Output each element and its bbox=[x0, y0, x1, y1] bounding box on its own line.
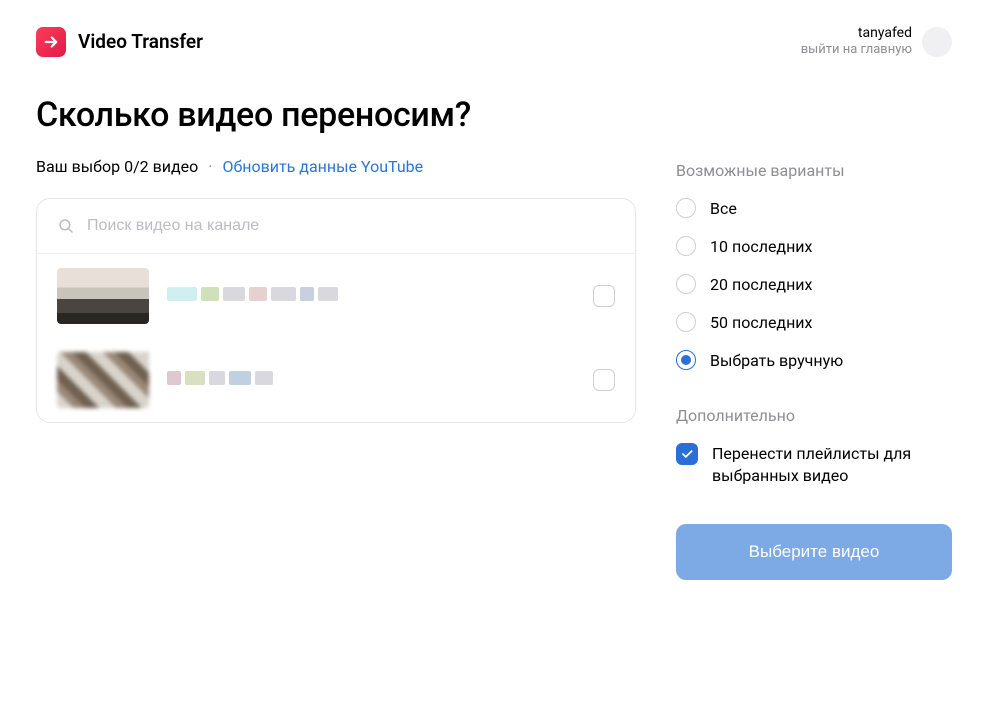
select-videos-button[interactable]: Выберите видео bbox=[676, 524, 952, 580]
video-title-placeholder bbox=[167, 371, 575, 389]
checkbox-label: Перенести плейлисты для выбранных видео bbox=[712, 443, 952, 488]
username: tanyafed bbox=[801, 24, 912, 42]
checkbox-playlists[interactable]: Перенести плейлисты для выбранных видео bbox=[676, 443, 952, 488]
separator: · bbox=[208, 157, 212, 176]
radio-option-manual[interactable]: Выбрать вручную bbox=[676, 350, 952, 370]
video-panel bbox=[36, 198, 636, 423]
refresh-youtube-link[interactable]: Обновить данные YouTube bbox=[222, 157, 423, 176]
search-icon bbox=[57, 217, 75, 235]
user-area[interactable]: tanyafed выйти на главную bbox=[801, 24, 952, 59]
video-checkbox[interactable] bbox=[593, 285, 615, 307]
options-section-label: Возможные варианты bbox=[676, 161, 952, 180]
brand: Video Transfer bbox=[36, 27, 203, 57]
video-list-item[interactable] bbox=[37, 338, 635, 422]
video-thumbnail bbox=[57, 268, 149, 324]
radio-icon bbox=[676, 236, 696, 256]
radio-option-20[interactable]: 20 последних bbox=[676, 274, 952, 294]
radio-option-50[interactable]: 50 последних bbox=[676, 312, 952, 332]
radio-label: 10 последних bbox=[710, 237, 812, 256]
radio-icon bbox=[676, 274, 696, 294]
search-row bbox=[37, 199, 635, 254]
radio-label: Выбрать вручную bbox=[710, 351, 843, 370]
video-thumbnail bbox=[57, 352, 149, 408]
selection-count: Ваш выбор 0/2 видео bbox=[36, 157, 198, 176]
app-logo-icon bbox=[36, 27, 66, 57]
video-list-item[interactable] bbox=[37, 254, 635, 338]
radio-icon bbox=[676, 198, 696, 218]
checkbox-checked-icon bbox=[676, 443, 698, 465]
subtitle-row: Ваш выбор 0/2 видео · Обновить данные Yo… bbox=[36, 157, 636, 176]
page-title: Сколько видео переносим? bbox=[36, 95, 636, 135]
brand-title: Video Transfer bbox=[78, 30, 203, 53]
radio-group: Все 10 последних 20 последних 50 последн… bbox=[676, 198, 952, 370]
radio-label: 50 последних bbox=[710, 313, 812, 332]
avatar[interactable] bbox=[922, 27, 952, 57]
video-title-placeholder bbox=[167, 287, 575, 305]
search-input[interactable] bbox=[87, 217, 615, 235]
radio-icon-selected bbox=[676, 350, 696, 370]
extra-section-label: Дополнительно bbox=[676, 406, 952, 425]
header: Video Transfer tanyafed выйти на главную bbox=[0, 0, 988, 59]
radio-option-all[interactable]: Все bbox=[676, 198, 952, 218]
user-sublink[interactable]: выйти на главную bbox=[801, 42, 912, 59]
radio-option-10[interactable]: 10 последних bbox=[676, 236, 952, 256]
radio-label: Все bbox=[710, 199, 737, 218]
radio-icon bbox=[676, 312, 696, 332]
radio-label: 20 последних bbox=[710, 275, 812, 294]
video-checkbox[interactable] bbox=[593, 369, 615, 391]
